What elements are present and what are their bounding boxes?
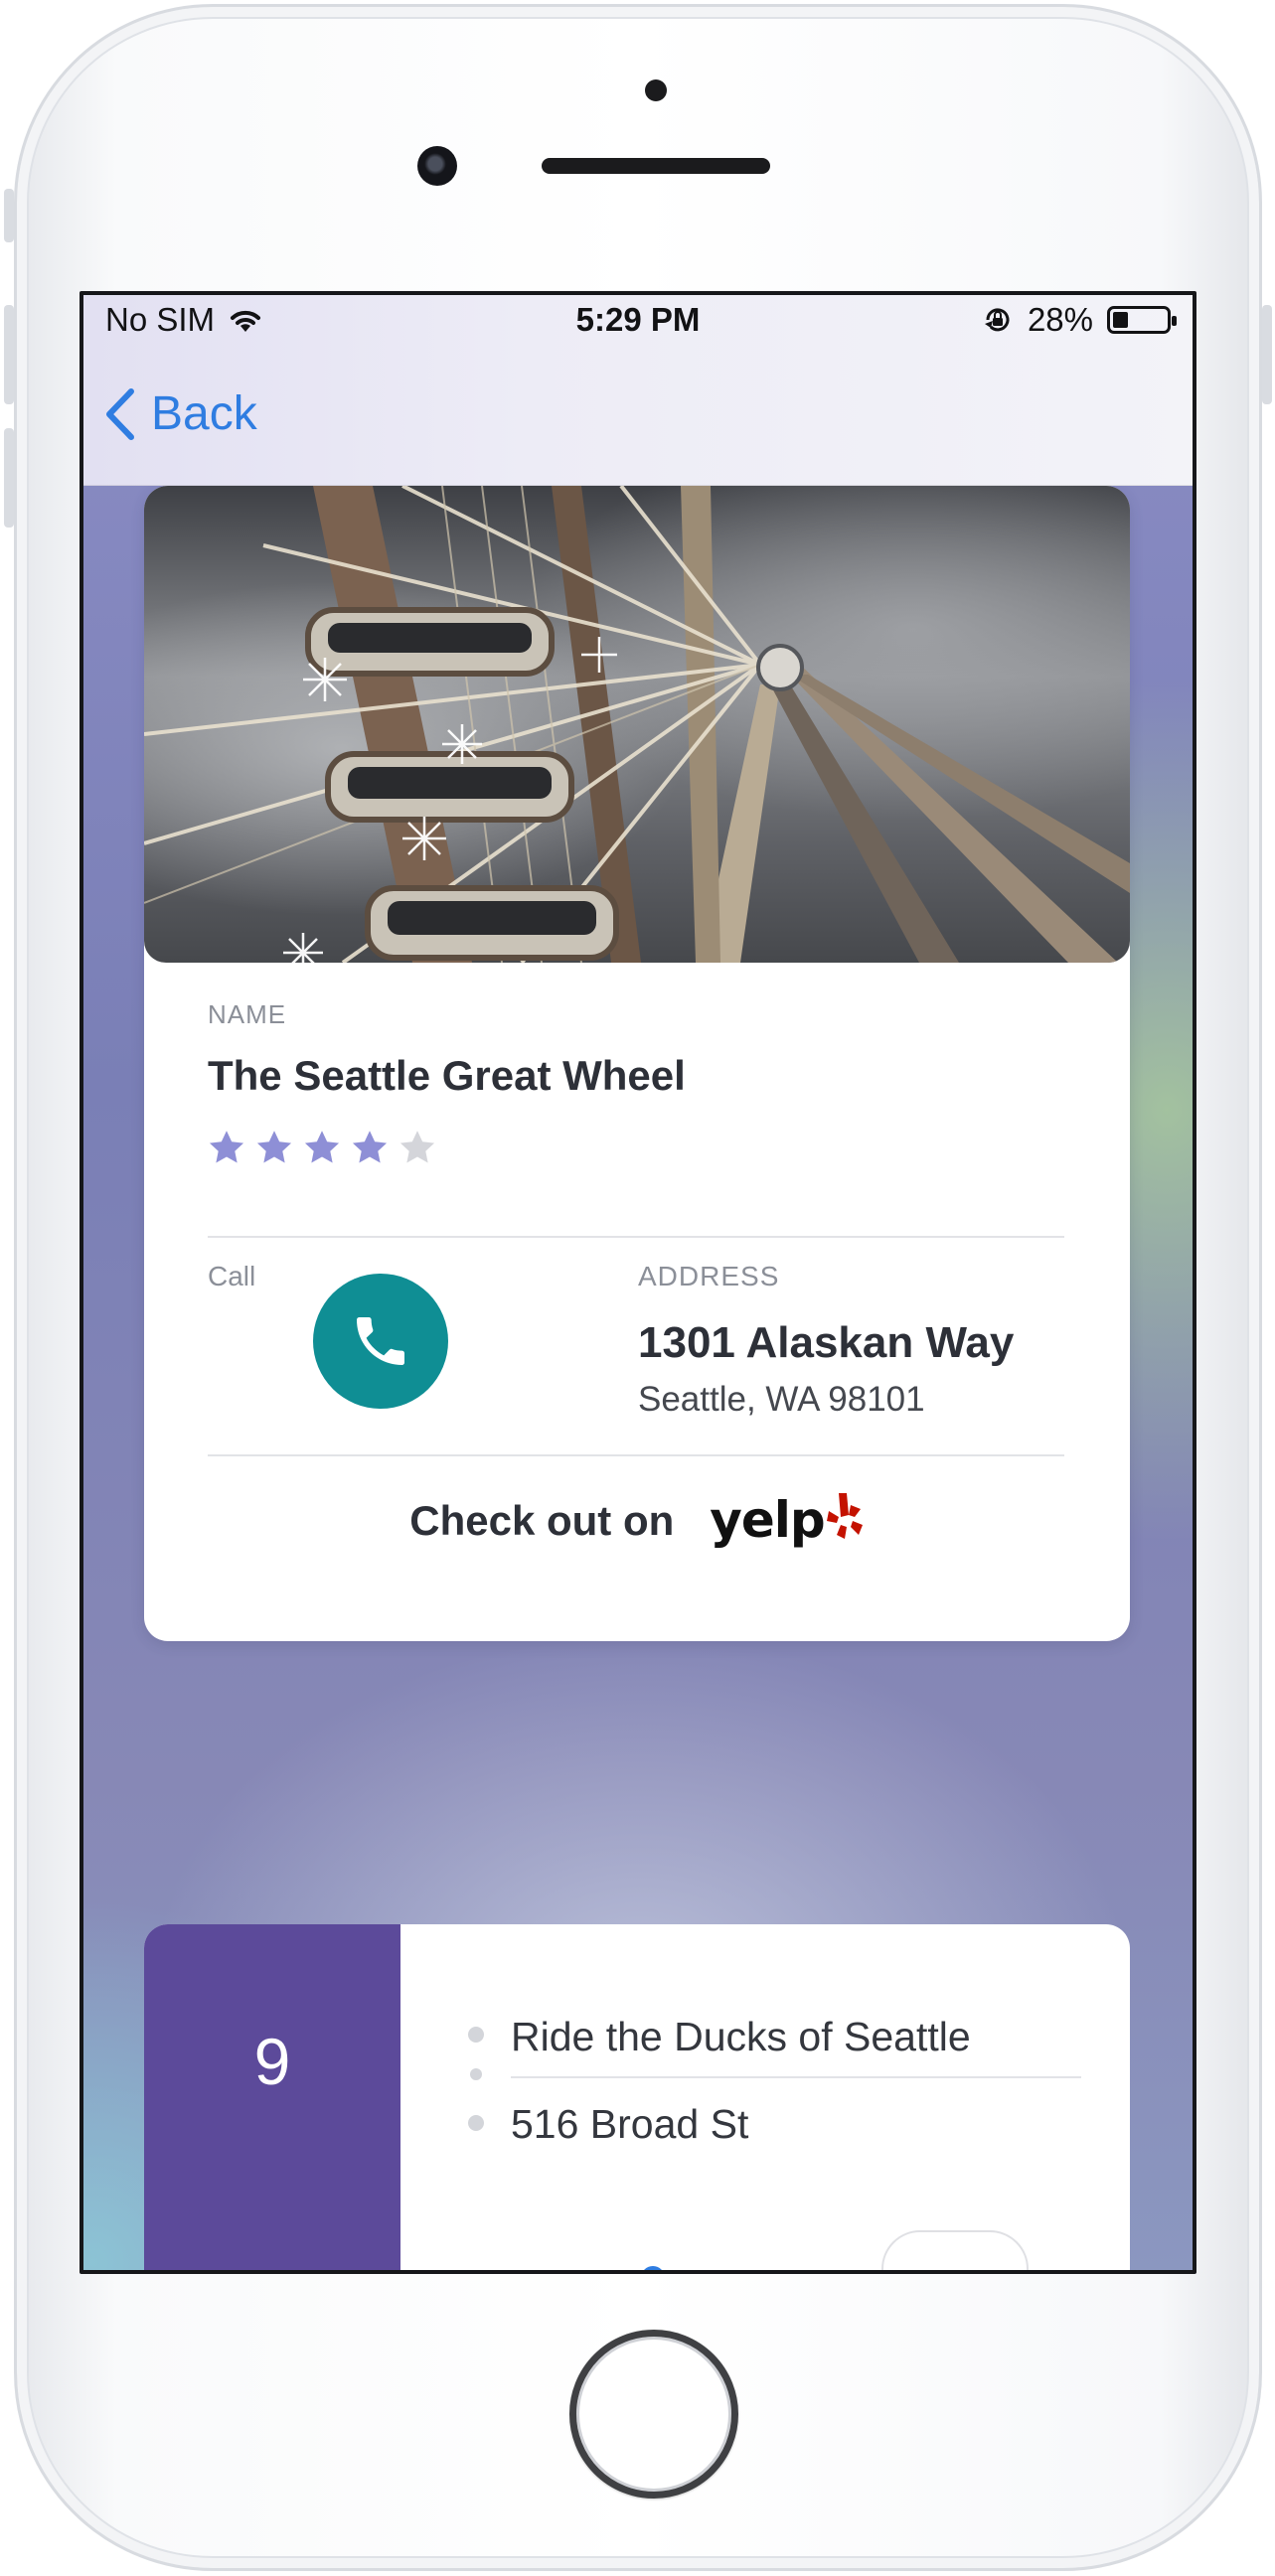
back-label: Back [151, 387, 257, 440]
status-bar: No SIM 5:29 PM 28% [83, 295, 1193, 345]
back-button[interactable]: Back [105, 386, 257, 441]
address-city: Seattle, WA 98101 [638, 1380, 925, 1419]
volume-up-button [4, 305, 14, 404]
bullet [470, 2068, 482, 2080]
bullet [468, 2115, 484, 2131]
mute-switch [4, 189, 14, 242]
chevron-left-icon [106, 387, 134, 440]
wifi-icon [231, 310, 261, 332]
app-screen: NAME The Seattle Great Wheel Call ADDRES… [80, 291, 1196, 2274]
star-icon-empty [399, 1131, 435, 1163]
yelp-wordmark: yelp [710, 1491, 825, 1549]
place-name: The Seattle Great Wheel [208, 1052, 686, 1099]
star-icon-filled [352, 1131, 388, 1163]
itinerary-address: 516 Broad St [511, 2101, 749, 2147]
place-detail-card: NAME The Seattle Great Wheel Call ADDRES… [144, 486, 1130, 1641]
phone-icon [357, 1317, 404, 1365]
yelp-burst-icon [826, 1493, 863, 1539]
call-label: Call [208, 1261, 256, 1291]
volume-down-button [4, 428, 14, 528]
orientation-lock-icon [984, 308, 1010, 332]
divider [208, 1454, 1064, 1456]
yelp-link[interactable]: Check out on yelp [144, 1491, 1130, 1551]
home-button[interactable] [569, 2330, 738, 2499]
itinerary-card[interactable]: 9 Ride the Ducks of Seattle 516 Broad St [144, 1924, 1130, 2270]
star-icon-filled [209, 1131, 244, 1163]
front-camera [417, 146, 457, 186]
name-label: NAME [208, 999, 287, 1029]
itinerary-index: 9 [144, 1924, 400, 2270]
call-button[interactable] [313, 1274, 448, 1409]
address-street: 1301 Alaskan Way [638, 1318, 1015, 1367]
toggle-switch[interactable] [881, 2230, 1029, 2270]
itinerary-title: Ride the Ducks of Seattle [511, 2014, 971, 2059]
yelp-logo: yelp [710, 1491, 864, 1551]
divider [208, 1236, 1064, 1238]
star-rating [208, 1130, 436, 1165]
battery-percent: 28% [1027, 301, 1093, 338]
star-icon-filled [304, 1131, 340, 1163]
earpiece-speaker [542, 158, 770, 174]
navigation-bar: No SIM 5:29 PM 28% Back [83, 295, 1193, 486]
divider [511, 2076, 1081, 2078]
star-icon-filled [256, 1131, 292, 1163]
power-button [1262, 305, 1272, 404]
proximity-sensor [645, 79, 667, 101]
battery-level [1113, 312, 1128, 328]
indicator-dot [641, 2266, 665, 2270]
yelp-prompt: Check out on [409, 1497, 675, 1544]
place-photo [144, 486, 1130, 963]
battery-icon [1107, 306, 1177, 334]
address-label: ADDRESS [638, 1261, 780, 1291]
bullet [468, 2027, 484, 2043]
carrier-label: No SIM [105, 301, 216, 338]
